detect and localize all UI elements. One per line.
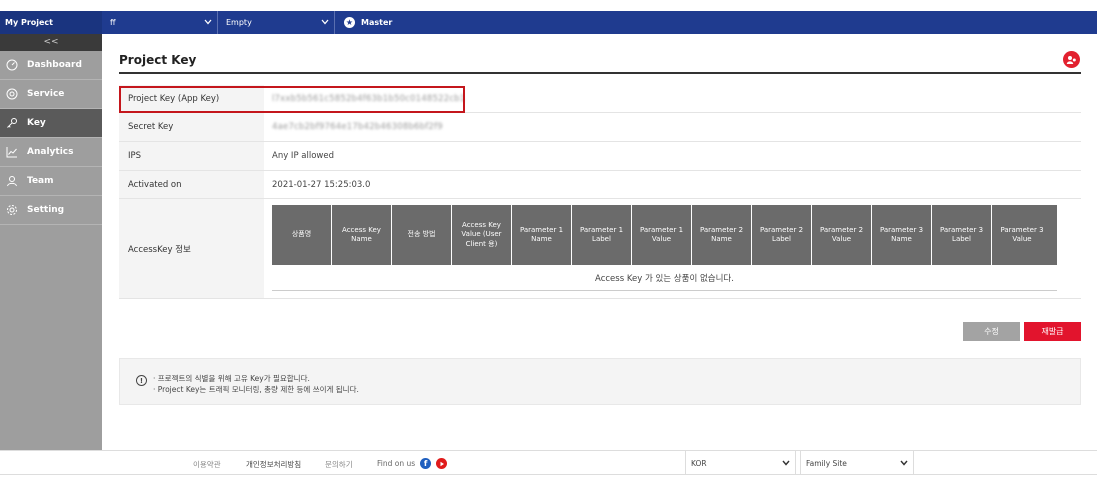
privacy-link[interactable]: 개인정보처리방침 xyxy=(246,459,301,470)
sidebar-item-label: Dashboard xyxy=(27,60,82,70)
notice-line: · Project Key는 트래픽 모니터링, 총량 제한 등에 쓰이게 됩니… xyxy=(153,385,359,394)
secret-key-row: Secret Key 4ae7cb2bf9764e17b42b46308b6bf… xyxy=(119,113,1081,142)
sidebar: << Dashboard Service Key Analytics Team … xyxy=(0,34,102,450)
language-select[interactable]: KOR xyxy=(685,451,796,475)
role-label: Master xyxy=(361,18,393,27)
service-icon xyxy=(6,88,20,100)
org-select-value: ff xyxy=(110,18,116,27)
notice-box: ! · 프로젝트의 식별을 위해 고유 Key가 필요합니다. · Projec… xyxy=(119,358,1081,405)
role-indicator: ★ Master xyxy=(335,17,392,28)
sidebar-item-label: Service xyxy=(27,89,65,99)
info-icon: ! xyxy=(136,375,147,386)
ips-row: IPS Any IP allowed xyxy=(119,142,1081,171)
youtube-icon[interactable] xyxy=(436,458,448,469)
action-buttons: 수정 재발급 xyxy=(963,322,1081,341)
sidebar-item-service[interactable]: Service xyxy=(0,80,102,109)
project-key-label: Project Key (App Key) xyxy=(119,85,264,112)
sidebar-item-label: Setting xyxy=(27,205,65,215)
secret-key-label: Secret Key xyxy=(119,113,264,141)
sidebar-item-key[interactable]: Key xyxy=(0,109,102,138)
footer: 이용약관 개인정보처리방침 문의하기 Find on us f KOR Fami… xyxy=(0,450,1097,475)
activated-row: Activated on 2021-01-27 15:25:03.0 xyxy=(119,171,1081,199)
team-icon xyxy=(6,175,20,187)
column-header: Parameter 1 Name xyxy=(512,205,572,265)
dashboard-icon xyxy=(6,59,20,71)
chevron-down-icon xyxy=(900,459,908,468)
sidebar-item-label: Team xyxy=(27,176,54,186)
activated-label: Activated on xyxy=(119,171,264,198)
project-key-text: l7xxb5b561c5852b4f63b1b50c0148522cb1 xyxy=(272,93,466,104)
sidebar-item-team[interactable]: Team xyxy=(0,167,102,196)
notice-line: · 프로젝트의 식별을 위해 고유 Key가 필요합니다. xyxy=(153,374,310,383)
column-header: Parameter 3 Label xyxy=(932,205,992,265)
accesskey-table: 상품명 Access Key Name 전송 방법 Access Key Val… xyxy=(272,205,1057,291)
column-header: Parameter 1 Value xyxy=(632,205,692,265)
sidebar-item-analytics[interactable]: Analytics xyxy=(0,138,102,167)
sidebar-collapse-button[interactable]: << xyxy=(0,34,102,51)
activated-value: 2021-01-27 15:25:03.0 xyxy=(272,179,371,190)
page-title: Project Key xyxy=(119,53,197,67)
language-value: KOR xyxy=(691,458,707,468)
secret-key-value[interactable]: 4ae7cb2bf9764e17b42b46308b6bf2f9 xyxy=(264,113,1081,141)
chevron-down-icon xyxy=(782,459,790,468)
project-key-value[interactable]: l7xxb5b561c5852b4f63b1b50c0148522cb1 xyxy=(264,85,1081,112)
column-header: Parameter 2 Label xyxy=(752,205,812,265)
family-site-value: Family Site xyxy=(806,458,847,468)
sidebar-item-dashboard[interactable]: Dashboard xyxy=(0,51,102,80)
column-header: 상품명 xyxy=(272,205,332,265)
sidebar-item-setting[interactable]: Setting xyxy=(0,196,102,225)
find-us-label: Find on us xyxy=(377,459,416,468)
top-navigation-bar: My Project ff Empty ★ Master xyxy=(0,11,1097,34)
star-icon: ★ xyxy=(344,17,355,28)
gear-icon xyxy=(6,204,20,216)
empty-table-message: Access Key 가 있는 상품이 없습니다. xyxy=(272,265,1057,291)
accesskey-row: AccessKey 정보 상품명 Access Key Name 전송 방법 A… xyxy=(119,199,1081,299)
analytics-icon xyxy=(6,146,20,158)
ips-label: IPS xyxy=(119,142,264,170)
edit-button[interactable]: 수정 xyxy=(963,322,1020,341)
sidebar-item-label: Analytics xyxy=(27,147,74,157)
column-header: Parameter 1 Label xyxy=(572,205,632,265)
secret-key-text: 4ae7cb2bf9764e17b42b46308b6bf2f9 xyxy=(272,122,443,132)
column-header: 전송 방법 xyxy=(392,205,452,265)
terms-link[interactable]: 이용약관 xyxy=(193,459,221,470)
help-icon[interactable] xyxy=(1063,51,1080,68)
column-header: Access Key Name xyxy=(332,205,392,265)
main-content: Project Key Project Key (App Key) l7xxb5… xyxy=(119,34,1081,405)
page-header: Project Key xyxy=(119,34,1081,74)
service-select-value: Empty xyxy=(226,18,252,27)
chevron-down-icon xyxy=(204,18,212,28)
column-header: Parameter 2 Value xyxy=(812,205,872,265)
column-header: Access Key Value (User Client 용) xyxy=(452,205,512,265)
notice-list: · 프로젝트의 식별을 위해 고유 Key가 필요합니다. · Project … xyxy=(153,373,359,404)
facebook-icon[interactable]: f xyxy=(420,458,432,469)
project-key-info-table: Project Key (App Key) l7xxb5b561c5852b4f… xyxy=(119,85,1081,299)
project-name[interactable]: My Project xyxy=(0,11,102,34)
project-key-row: Project Key (App Key) l7xxb5b561c5852b4f… xyxy=(119,85,1081,113)
key-icon xyxy=(6,117,20,129)
accesskey-table-header: 상품명 Access Key Name 전송 방법 Access Key Val… xyxy=(272,205,1057,265)
chevron-down-icon xyxy=(321,18,329,28)
accesskey-table-cell: 상품명 Access Key Name 전송 방법 Access Key Val… xyxy=(264,199,1081,298)
family-site-select[interactable]: Family Site xyxy=(800,451,914,475)
service-select[interactable]: Empty xyxy=(218,11,335,34)
column-header: Parameter 2 Name xyxy=(692,205,752,265)
social-links: Find on us f xyxy=(377,458,448,469)
contact-link[interactable]: 문의하기 xyxy=(325,459,353,470)
column-header: Parameter 3 Name xyxy=(872,205,932,265)
ips-value: Any IP allowed xyxy=(272,151,334,161)
reissue-button[interactable]: 재발급 xyxy=(1024,322,1081,341)
column-header: Parameter 3 Value xyxy=(1000,225,1044,243)
accesskey-label: AccessKey 정보 xyxy=(119,199,264,298)
sidebar-item-label: Key xyxy=(27,118,46,128)
org-select[interactable]: ff xyxy=(102,11,218,34)
